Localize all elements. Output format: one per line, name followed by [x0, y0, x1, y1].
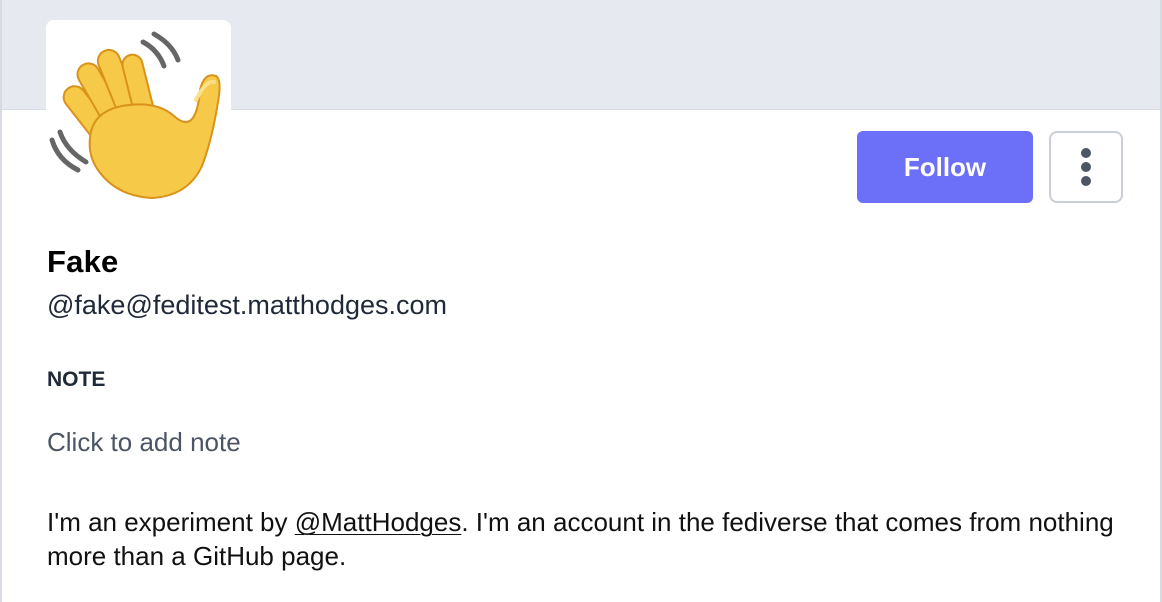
- waving-hand-icon: [49, 31, 221, 200]
- account-handle: @fake@feditest.matthodges.com: [47, 290, 448, 320]
- vertical-ellipsis-icon: [1081, 148, 1091, 186]
- profile-card: Follow Fake @fake@feditest.matthodges.co…: [0, 0, 1162, 602]
- mention-link[interactable]: @MattHodges: [295, 507, 462, 537]
- avatar[interactable]: [46, 20, 231, 205]
- note-field[interactable]: Click to add note: [47, 427, 241, 458]
- bio-text-start: I'm an experiment by: [47, 507, 295, 537]
- display-name: Fake: [47, 244, 119, 279]
- follow-button[interactable]: Follow: [857, 131, 1033, 203]
- profile-bio: I'm an experiment by @MattHodges. I'm an…: [47, 505, 1127, 573]
- note-label: NOTE: [47, 368, 106, 391]
- more-options-button[interactable]: [1049, 131, 1123, 203]
